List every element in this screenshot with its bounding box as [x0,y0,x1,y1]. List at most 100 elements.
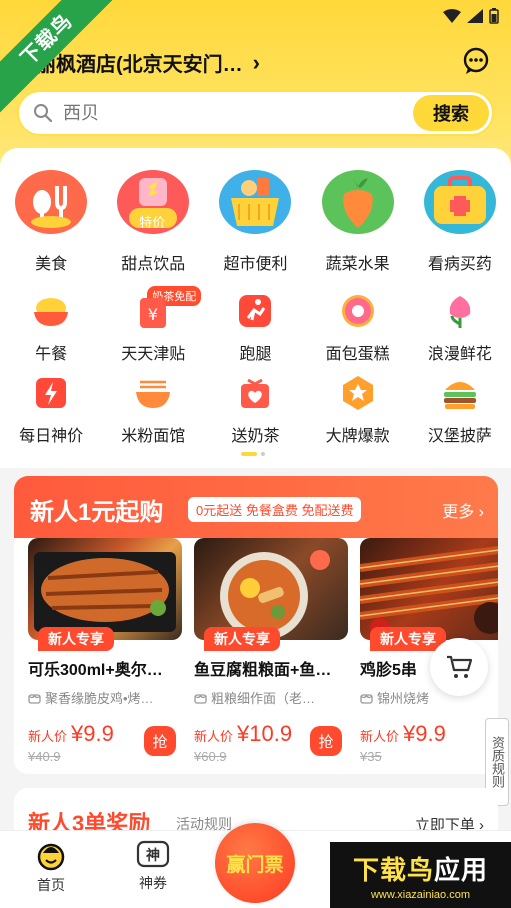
category-flowers[interactable]: 浪漫鲜花 [409,292,511,364]
wifi-icon [443,9,461,23]
price-label: 新人价 [28,729,68,744]
category-row-2: 午餐 奶茶免配 ¥ 天天津贴 跑腿 面包蛋糕 浪漫鲜花 [0,286,511,364]
chevron-right-icon: › [252,49,260,75]
donut-icon [339,292,377,330]
newbie-tag: 新人专享 [370,627,446,651]
search-input[interactable] [63,102,383,124]
chat-bubble-icon [463,47,489,74]
signal-icon [467,9,483,23]
category-row-big: 美食 特价 甜点饮品 超市便利 蔬菜水果 看病买药 [0,170,511,274]
product-card[interactable]: 新人专享 鱼豆腐粗粮面+鱼… 粗粮细作面（老… 新人价 ¥10.9 ¥60.9 … [194,538,348,764]
category-label: 天天津贴 [121,346,186,363]
flower-icon [441,292,479,330]
price-label: 新人价 [360,729,400,744]
category-dessert-drink[interactable]: 特价 甜点饮品 [102,170,204,274]
product-image [194,538,348,640]
medicine-kit-icon [423,170,496,234]
newbie-tag: 新人专享 [204,627,280,651]
category-bakery[interactable]: 面包蛋糕 [307,292,409,364]
shop-name: 聚香缘脆皮鸡•烤… [45,691,154,706]
category-label: 看病买药 [427,256,492,273]
promo-header: 新人1元起购 0元起送 免餐盒费 免配送费 更多 › [14,476,498,538]
category-label: 美食 [35,256,68,273]
category-panel: 美食 特价 甜点饮品 超市便利 蔬菜水果 看病买药 午餐 奶茶免配 ¥ 天天津贴… [0,148,511,468]
brand-url: www.xiazainiao.com [370,888,471,901]
more-label: 更多 [442,504,475,521]
product-name: 鱼豆腐粗粮面+鱼… [194,662,332,679]
category-label: 面包蛋糕 [325,346,390,363]
promo-more-link[interactable]: 更多 › [442,498,484,522]
supermarket-basket-icon [219,170,292,234]
location-selector[interactable]: 丽枫酒店(北京天安门… › [36,48,260,77]
shop-icon [360,694,373,704]
category-label: 大牌爆款 [325,428,390,445]
product-card[interactable]: 新人专享 可乐300ml+奥尔… 聚香缘脆皮鸡•烤… 新人价 ¥9.9 ¥40.… [28,538,182,764]
category-row-3: 每日神价 米粉面馆 送奶茶 大牌爆款 汉堡披萨 [0,374,511,446]
coupon-tab-icon: 神 [136,840,170,868]
category-vegetable-fruit[interactable]: 蔬菜水果 [307,170,409,274]
product-name: 可乐300ml+奥尔… [28,662,163,679]
dessert-drink-icon: 特价 [117,170,190,234]
category-label: 浪漫鲜花 [427,346,492,363]
tab-win-tickets[interactable]: 赢门票 [215,823,295,903]
page-indicator [241,452,265,456]
product-image [360,538,498,640]
category-food[interactable]: 美食 [0,170,102,274]
vegetable-fruit-icon [321,170,394,234]
category-label: 超市便利 [223,256,288,273]
category-medicine[interactable]: 看病买药 [409,170,511,274]
category-label: 跑腿 [239,346,272,363]
product-shop: 粗粮细作面（老… [194,688,348,707]
promo-subtitle: 0元起送 免餐盒费 免配送费 [188,497,362,522]
burger-icon [441,374,479,412]
category-burger-pizza[interactable]: 汉堡披萨 [409,374,511,446]
category-lunch[interactable]: 午餐 [0,292,102,364]
product-image [28,538,182,640]
product-shop: 聚香缘脆皮鸡•烤… [28,688,182,707]
page-dot-active [241,452,257,456]
grab-button[interactable]: 抢 [310,726,342,756]
location-text: 丽枫酒店(北京天安门… [36,54,243,76]
original-price: ¥35 [360,749,382,764]
cart-icon [447,655,473,678]
shop-name: 粗粮细作面（老… [211,691,316,706]
category-daily-deal[interactable]: 每日神价 [0,374,102,446]
category-label: 甜点饮品 [121,256,186,273]
search-bar: 搜索 [17,90,494,136]
grab-button[interactable]: 抢 [144,726,176,756]
category-errand[interactable]: 跑腿 [204,292,306,364]
product-shop: 锦州烧烤 [360,688,498,707]
svg-text:¥: ¥ [148,305,158,324]
category-milk-tea[interactable]: 送奶茶 [204,374,306,446]
brand-suffix: 应用 [434,854,489,885]
tab-home[interactable]: 首页 [16,839,86,895]
gift-heart-icon [236,374,274,412]
newbie-promo-card: 新人1元起购 0元起送 免餐盒费 免配送费 更多 › 新人专享 可乐300ml+… [14,476,498,774]
price-row: 新人价 ¥9.9 [360,721,498,747]
cart-button[interactable] [430,638,488,696]
category-daily-subsidy[interactable]: 奶茶免配 ¥ 天天津贴 [102,286,204,364]
lightning-icon [32,374,70,412]
page-dot [261,452,265,456]
category-label: 蔬菜水果 [325,256,390,273]
category-label: 送奶茶 [231,428,280,445]
search-button[interactable]: 搜索 [413,95,489,131]
category-noodles[interactable]: 米粉面馆 [102,374,204,446]
tab-coupon[interactable]: 神 神券 [118,839,188,893]
shop-icon [28,694,41,704]
tab-label: 首页 [37,877,65,893]
price-label: 新人价 [194,729,234,744]
category-supermarket[interactable]: 超市便利 [204,170,306,274]
promo-title: 新人1元起购 [30,499,164,526]
shop-icon [194,694,207,704]
message-button[interactable] [461,46,491,76]
price-value: ¥10.9 [237,721,293,746]
coupon-icon: ¥ [134,292,172,330]
category-hot-brands[interactable]: 大牌爆款 [307,374,409,446]
noodle-bowl-icon [134,374,172,412]
shop-name: 锦州烧烤 [377,691,430,706]
price-value: ¥9.9 [403,721,446,746]
category-label: 午餐 [35,346,68,363]
special-price-tag: 特价 [139,215,166,230]
product-list: 新人专享 可乐300ml+奥尔… 聚香缘脆皮鸡•烤… 新人价 ¥9.9 ¥40.… [28,538,498,764]
